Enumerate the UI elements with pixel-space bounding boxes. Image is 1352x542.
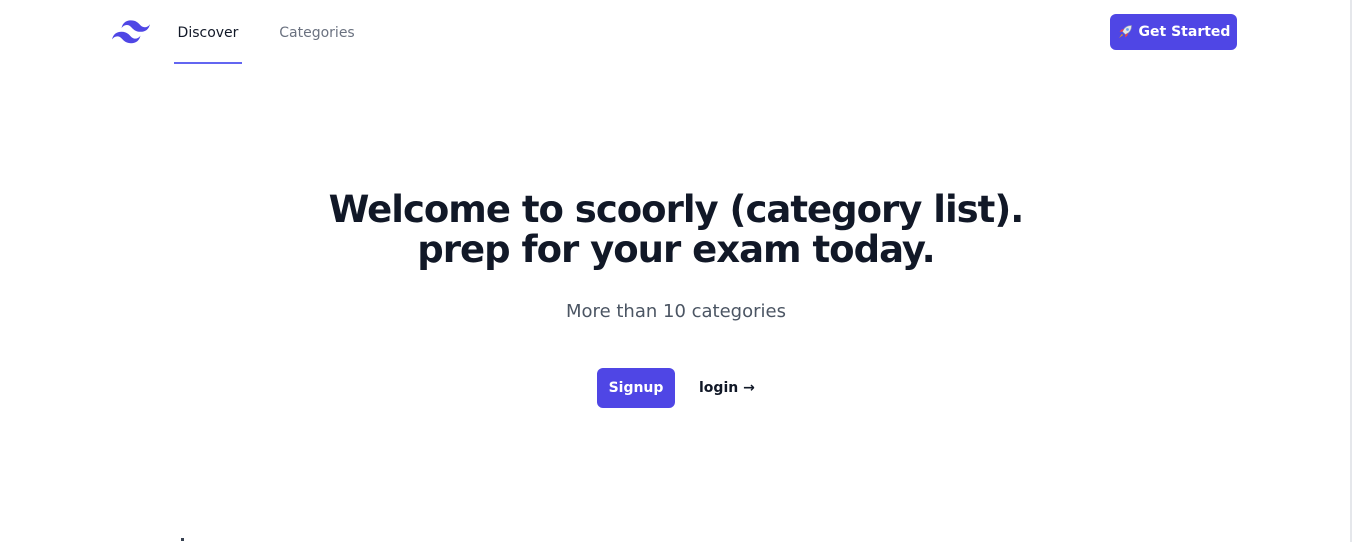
nav-link-discover[interactable]: Discover — [174, 0, 242, 64]
page: Discover Categories Get Started Welcome … — [0, 0, 1352, 542]
rocket-icon — [1118, 25, 1132, 38]
hero-title-line-2: prep for your exam today. — [417, 228, 935, 271]
login-link[interactable]: login → — [699, 368, 755, 408]
hero-title-line-1: Welcome to scoorly (category list). — [328, 188, 1025, 231]
hero-subtitle: More than 10 categories — [566, 301, 786, 322]
hero-title: Welcome to scoorly (category list). prep… — [226, 190, 1126, 270]
content-edge-mark — [181, 538, 184, 541]
get-started-label: Get Started — [1138, 24, 1231, 40]
nav-link-categories[interactable]: Categories — [275, 0, 359, 64]
signup-button[interactable]: Signup — [597, 368, 675, 408]
get-started-button[interactable]: Get Started — [1110, 14, 1237, 50]
logo-icon[interactable] — [112, 19, 150, 45]
